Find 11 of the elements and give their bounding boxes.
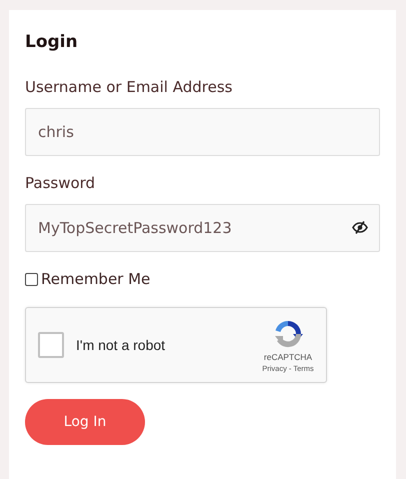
field-label: Username or Email Address xyxy=(25,78,232,96)
captcha-brand: reCAPTCHA xyxy=(264,352,312,362)
captcha-label: I'm not a robot xyxy=(76,337,166,353)
captcha-checkbox[interactable] xyxy=(38,332,64,358)
username-field[interactable]: chris xyxy=(25,108,380,156)
login-button[interactable]: Log In xyxy=(25,399,145,445)
password-field[interactable]: MyTopSecretPassword123 xyxy=(25,204,380,252)
form-title: Login xyxy=(25,32,79,52)
remember-me-checkbox[interactable]: Remember Me xyxy=(25,270,150,288)
eye-slash-icon[interactable] xyxy=(352,221,368,234)
field-label: Password xyxy=(25,174,96,192)
